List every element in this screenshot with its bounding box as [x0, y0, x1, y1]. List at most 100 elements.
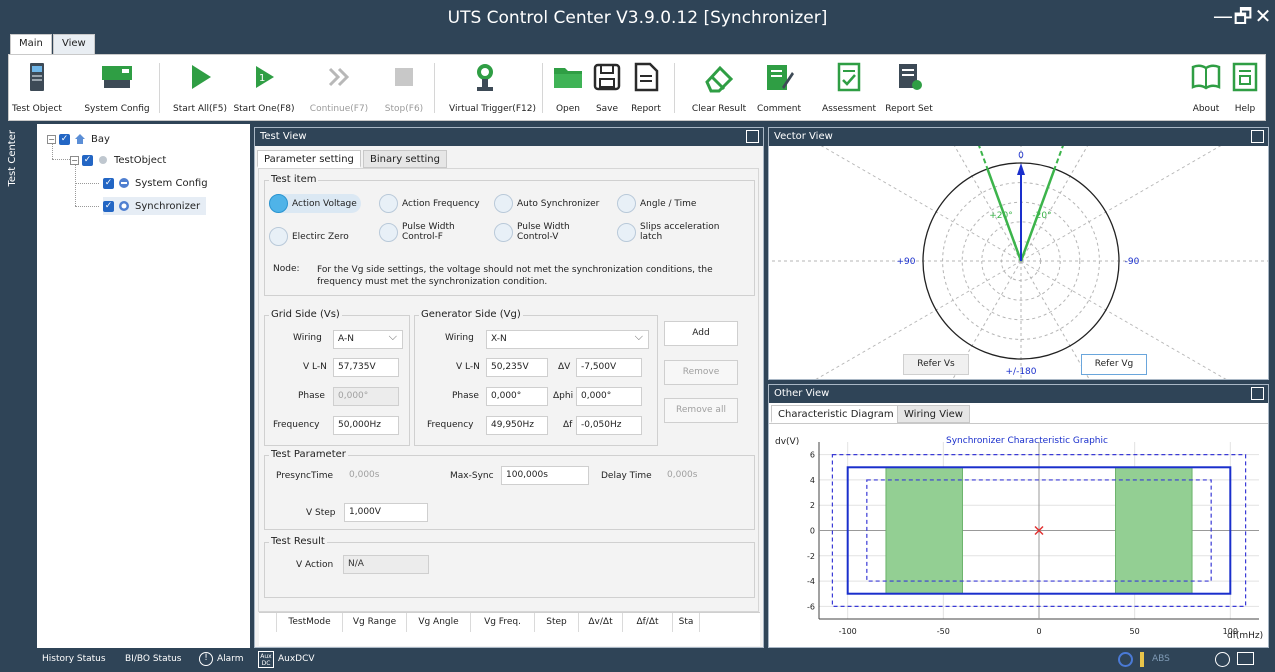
tab-parameter-setting[interactable]: Parameter setting	[257, 150, 361, 168]
alarm-status[interactable]: Alarm	[217, 654, 243, 664]
tree-item-label: Bay	[91, 133, 110, 145]
delay-time-input[interactable]: 0,000s	[662, 466, 748, 485]
system-config-button[interactable]: System Config	[84, 55, 150, 122]
tree-item-bay[interactable]: − ✓ Bay	[47, 130, 110, 148]
radio-pulse-width-f[interactable]: Pulse Width Control-F	[379, 222, 479, 242]
checkbox[interactable]: ✓	[103, 200, 114, 212]
virtual-trigger-button[interactable]: Virtual Trigger(F12)	[449, 55, 536, 122]
tree-item-system-config[interactable]: ✓ System Config	[103, 174, 208, 192]
maximize-icon[interactable]	[746, 130, 759, 143]
tab-binary-setting[interactable]: Binary setting	[363, 150, 447, 168]
radio-label: Pulse Width Control-F	[402, 222, 455, 242]
table-header-cell[interactable]: Vg Range	[343, 613, 407, 632]
delay-time-label: Delay Time	[601, 471, 652, 481]
gen-dv-input[interactable]: -7,500V	[576, 358, 642, 377]
gen-dphi-input[interactable]: 0,000°	[576, 387, 642, 406]
results-table-body[interactable]	[259, 632, 760, 646]
collapse-toggle-icon[interactable]: −	[70, 155, 79, 165]
characteristic-chart[interactable]: dv(V) Synchronizer Characteristic Graphi…	[769, 424, 1268, 648]
group-label: Test Parameter	[269, 449, 348, 460]
grid-wiring-select[interactable]: A-N	[333, 330, 403, 349]
checkbox[interactable]: ✓	[82, 154, 93, 166]
test-center-rail[interactable]: Test Center	[0, 124, 33, 648]
pause-icon[interactable]	[1215, 652, 1230, 667]
maximize-icon[interactable]	[1251, 130, 1264, 143]
presync-input[interactable]: 0,000s	[344, 466, 428, 485]
tab-view[interactable]: View	[53, 34, 95, 56]
eraser-icon	[705, 65, 734, 93]
radio-electric-zero[interactable]: Electirc Zero	[269, 227, 349, 246]
clear-result-button[interactable]: Clear Result	[689, 55, 749, 122]
radio-circle	[379, 194, 398, 213]
radio-circle	[379, 222, 398, 242]
continue-button[interactable]: Continue(F7)	[310, 55, 368, 122]
restore-icon[interactable]: 🗗	[1232, 4, 1254, 28]
monitor-icon[interactable]	[1237, 652, 1254, 665]
radio-angle-time[interactable]: Angle / Time	[617, 194, 696, 213]
radio-pulse-width-v[interactable]: Pulse Width Control-V	[494, 222, 594, 242]
report-label: Report	[631, 104, 661, 114]
other-view-panel: Other View Characteristic Diagram Wiring…	[768, 384, 1269, 648]
results-table-header: TestMode Vg Range Vg Angle Vg Freq. Step…	[259, 612, 760, 632]
max-sync-input[interactable]: 100,000s	[501, 466, 589, 485]
tab-main[interactable]: Main	[10, 34, 52, 56]
test-object-button[interactable]: Test Object	[12, 55, 62, 122]
radio-slips-latch[interactable]: Slips acceleration latch	[617, 222, 737, 242]
tree-item-label: TestObject	[114, 154, 167, 166]
maximize-icon[interactable]	[1251, 387, 1264, 400]
table-header-cell[interactable]: TestMode	[277, 613, 343, 632]
continue-label: Continue(F7)	[309, 104, 369, 114]
table-header-cell[interactable]: Δv/Δt	[579, 613, 623, 632]
table-header-cell[interactable]: Δf/Δt	[623, 613, 673, 632]
comment-button[interactable]: Comment	[754, 55, 804, 122]
gen-wiring-select[interactable]: X-N	[486, 330, 649, 349]
grid-frequency-input[interactable]: 50,000Hz	[333, 416, 399, 435]
gen-vln-input[interactable]: 50,235V	[486, 358, 548, 377]
v-step-input[interactable]: 1,000V	[344, 503, 428, 522]
start-one-label: Start One(F8)	[233, 104, 295, 114]
table-header-cell[interactable]: Vg Freq.	[471, 613, 535, 632]
table-header-cell[interactable]: Step	[535, 613, 579, 632]
vector-view-panel: Vector View 0 +90 -90 +/-180 +20° -20° R…	[768, 127, 1269, 380]
status-bar: History Status BI/BO Status ! Alarm Aux …	[0, 648, 1275, 672]
gen-frequency-input[interactable]: 49,950Hz	[486, 416, 548, 435]
grid-vln-input[interactable]: 57,735V	[333, 358, 399, 377]
start-all-button[interactable]: Start All(F5)	[173, 55, 227, 122]
radio-action-voltage[interactable]: Action Voltage	[269, 194, 361, 213]
table-header-cell[interactable]: Vg Angle	[407, 613, 471, 632]
remove-button[interactable]: Remove	[664, 360, 738, 385]
tab-wiring-view[interactable]: Wiring View	[897, 405, 970, 423]
collapse-toggle-icon[interactable]: −	[47, 134, 56, 144]
auxdcv-status[interactable]: AuxDCV	[278, 654, 315, 664]
gen-df-input[interactable]: -0,050Hz	[576, 416, 642, 435]
edit-icon	[767, 65, 794, 90]
checkbox[interactable]: ✓	[103, 177, 114, 189]
tree-item-synchronizer[interactable]: ✓ Synchronizer	[103, 197, 207, 215]
vector-grid-ray	[820, 146, 1022, 262]
bibo-status[interactable]: BI/BO Status	[125, 654, 182, 664]
test-tree: − ✓ Bay − ✓ TestObject ✓ System Config ✓…	[37, 124, 250, 648]
remove-all-button[interactable]: Remove all	[664, 398, 738, 423]
tree-line	[75, 164, 76, 206]
radio-auto-synchronizer[interactable]: Auto Synchronizer	[494, 194, 599, 213]
history-status[interactable]: History Status	[42, 654, 106, 664]
report-button[interactable]: Report	[626, 55, 666, 122]
grid-phase-input[interactable]: 0,000°	[333, 387, 399, 406]
refer-vg-button[interactable]: Refer Vg	[1081, 354, 1147, 375]
tab-characteristic-diagram[interactable]: Characteristic Diagram	[771, 405, 901, 423]
start-one-button[interactable]: 1 Start One(F8)	[233, 55, 295, 122]
vector-diagram[interactable]: 0 +90 -90 +/-180 +20° -20°	[769, 146, 1268, 379]
gen-phase-input[interactable]: 0,000°	[486, 387, 548, 406]
report-set-button[interactable]: Report Set	[879, 55, 939, 122]
stop-button[interactable]: Stop(F6)	[379, 55, 429, 122]
refer-vs-button[interactable]: Refer Vs	[903, 354, 969, 375]
tree-item-testobject[interactable]: − ✓ TestObject	[70, 151, 166, 169]
radio-action-frequency[interactable]: Action Frequency	[379, 194, 480, 213]
table-header-cell[interactable]: Sta	[673, 613, 700, 632]
help-button[interactable]: Help	[1227, 55, 1263, 122]
checkbox[interactable]: ✓	[59, 133, 70, 145]
minimize-icon[interactable]: —	[1212, 4, 1234, 28]
close-icon[interactable]: ✕	[1252, 4, 1274, 28]
add-button[interactable]: Add	[664, 321, 738, 346]
x-tick-label: 50	[1130, 627, 1140, 636]
